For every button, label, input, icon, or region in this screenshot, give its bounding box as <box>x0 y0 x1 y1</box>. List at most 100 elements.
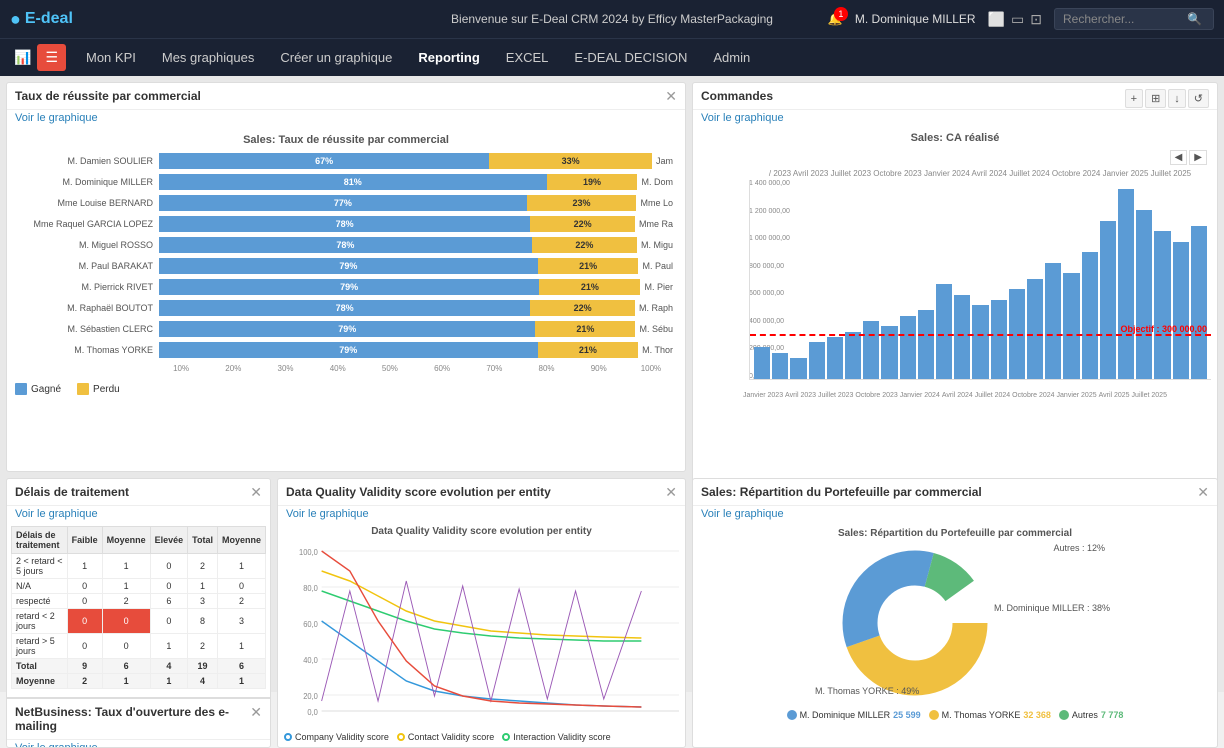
pie-legend-autres: Autres 7 778 <box>1059 710 1124 720</box>
taux-panel-close[interactable]: ✕ <box>665 89 677 103</box>
table-cell: 0 <box>217 579 265 594</box>
legend-gagne-label: Gagné <box>31 384 61 395</box>
monitor-icon[interactable]: ▭ <box>1011 11 1024 28</box>
ca-bar <box>1136 210 1152 379</box>
pie-legend-miller: M. Dominique MILLER 25 599 <box>787 710 921 720</box>
ca-bar <box>863 321 879 379</box>
ca-tick-apr25: Avril 2025 <box>1099 392 1130 399</box>
ca-wrapper: 0,00 200 000,00 400 000,00 600 000,00 80… <box>749 180 1211 380</box>
menu-icon-btn[interactable]: ☰ <box>37 44 66 71</box>
nav-item-mon-kpi[interactable]: Mon KPI <box>74 42 148 73</box>
table-cell: 2 <box>102 594 150 609</box>
bar-label: Mme Louise BERNARD <box>19 198 159 208</box>
legend-gagne-box <box>15 383 27 395</box>
legend-company: Company Validity score <box>284 732 389 742</box>
table-footer-cell: 4 <box>150 659 188 674</box>
table-footer-cell: 1 <box>150 674 188 689</box>
ca-bar <box>1191 226 1207 379</box>
x-tick: 50% <box>364 364 416 373</box>
ca-bar <box>918 310 934 379</box>
nav-item-mes-graphiques[interactable]: Mes graphiques <box>150 42 267 73</box>
bar-row: M. Damien SOULIER67%33%Jam <box>19 152 673 170</box>
bar-side-label: Mme Lo <box>636 198 673 208</box>
bar-label: Mme Raquel GARCIA LOPEZ <box>19 219 159 229</box>
repartition-title: Sales: Répartition du Portefeuille par c… <box>701 485 982 499</box>
bar-lost: 33% <box>489 153 652 169</box>
bar-row: M. Miguel ROSSO78%22%M. Migu <box>19 236 673 254</box>
table-cell: 1 <box>188 579 218 594</box>
ca-bar <box>1173 242 1189 379</box>
ca-prev-btn[interactable]: ◀ <box>1170 150 1188 165</box>
window-icon[interactable]: ⬜ <box>988 11 1005 28</box>
table-footer-cell: 2 <box>67 674 102 689</box>
search-input[interactable] <box>1063 12 1183 26</box>
pie-label-miller: M. Dominique MILLER : 38% <box>994 603 1110 613</box>
ca-tick-oct24: Octobre 2024 <box>1012 392 1054 399</box>
logo: ● E-deal <box>10 9 73 30</box>
nb-close[interactable]: ✕ <box>250 705 262 719</box>
pie-container: Autres : 12% M. Dominique MILLER : 38% M… <box>805 543 1105 706</box>
dq-voir-graphique[interactable]: Voir le graphique <box>278 506 685 522</box>
x-tick: 30% <box>259 364 311 373</box>
repartition-header: Sales: Répartition du Portefeuille par c… <box>693 479 1217 506</box>
fullscreen-icon[interactable]: ⊡ <box>1030 11 1042 28</box>
table-cell: retard < 2 jours <box>12 609 68 634</box>
bar-won: 79% <box>159 279 539 295</box>
commandes-voir-graphique[interactable]: Voir le graphique <box>693 110 1217 126</box>
dq-title: Data Quality Validity score evolution pe… <box>286 485 551 499</box>
pie-label-miller-text: M. Dominique MILLER <box>800 710 891 720</box>
bar-label: M. Pierrick RIVET <box>19 282 159 292</box>
commandes-download-btn[interactable]: ↓ <box>1168 89 1186 108</box>
legend-gagne: Gagné <box>15 383 61 395</box>
repartition-voir-graphique[interactable]: Voir le graphique <box>693 506 1217 522</box>
ca-bar <box>1082 252 1098 379</box>
pie-dot-yorke <box>929 710 939 720</box>
nav-item-reporting[interactable]: Reporting <box>406 42 491 73</box>
delais-th-faible: Faible <box>67 527 102 554</box>
table-cell: 1 <box>150 634 188 659</box>
bar-label: M. Raphaël BOUTOT <box>19 303 159 313</box>
ca-next-btn[interactable]: ▶ <box>1189 150 1207 165</box>
dq-close[interactable]: ✕ <box>665 485 677 499</box>
ca-bar <box>772 353 788 379</box>
delais-panel: Délais de traitement ✕ Voir le graphique… <box>6 478 271 748</box>
bar-label: M. Miguel ROSSO <box>19 240 159 250</box>
svg-text:100,0: 100,0 <box>299 548 318 557</box>
commandes-add-btn[interactable]: + <box>1125 89 1143 108</box>
pie-legend-yorke: M. Thomas YORKE 32 368 <box>929 710 1051 720</box>
delais-close[interactable]: ✕ <box>250 485 262 499</box>
bar-side-label: Mme Ra <box>635 219 673 229</box>
nav-item-excel[interactable]: EXCEL <box>494 42 561 73</box>
bar-lost: 22% <box>530 300 635 316</box>
nb-voir-graphique[interactable]: Voir le graphique <box>7 740 270 748</box>
table-cell: 1 <box>102 554 150 579</box>
commandes-view-btn[interactable]: ⊞ <box>1145 89 1166 108</box>
lower-left-grid: Délais de traitement ✕ Voir le graphique… <box>6 478 686 748</box>
repartition-close[interactable]: ✕ <box>1197 485 1209 499</box>
delais-th-moyenne: Moyenne <box>102 527 150 554</box>
commandes-refresh-btn[interactable]: ↺ <box>1188 89 1209 108</box>
notification-icon[interactable]: 🔔 1 <box>828 12 843 26</box>
bar-side-label: M. Pier <box>640 282 673 292</box>
table-footer-cell: 19 <box>188 659 218 674</box>
bar-container: 79%21% <box>159 321 635 337</box>
delais-title: Délais de traitement <box>15 485 129 499</box>
table-footer-cell: 6 <box>217 659 265 674</box>
table-footer-cell: 9 <box>67 659 102 674</box>
target-label: Objectif : 300 000,00 <box>1120 324 1207 334</box>
search-box: 🔍 <box>1054 8 1214 30</box>
table-cell: retard > 5 jours <box>12 634 68 659</box>
table-footer-row: Total964196 <box>12 659 266 674</box>
taux-panel-title: Taux de réussite par commercial <box>15 89 201 103</box>
taux-voir-graphique[interactable]: Voir le graphique <box>7 110 685 126</box>
bar-row: M. Paul BARAKAT79%21%M. Paul <box>19 257 673 275</box>
chart-icon-btn[interactable]: 📊 <box>10 45 35 70</box>
legend-company-label: Company Validity score <box>295 732 389 742</box>
ca-x-axis-bottom: Janvier 2023 Avril 2023 Juillet 2023 Oct… <box>693 386 1217 405</box>
delais-voir-graphique[interactable]: Voir le graphique <box>7 506 270 522</box>
ca-bar <box>954 295 970 379</box>
nav-item-admin[interactable]: Admin <box>701 42 762 73</box>
nav-item-creer-graphique[interactable]: Créer un graphique <box>268 42 404 73</box>
ca-tick-jul25: Juillet 2025 <box>1132 392 1167 399</box>
nav-item-edeal-decision[interactable]: E-DEAL DECISION <box>562 42 699 73</box>
